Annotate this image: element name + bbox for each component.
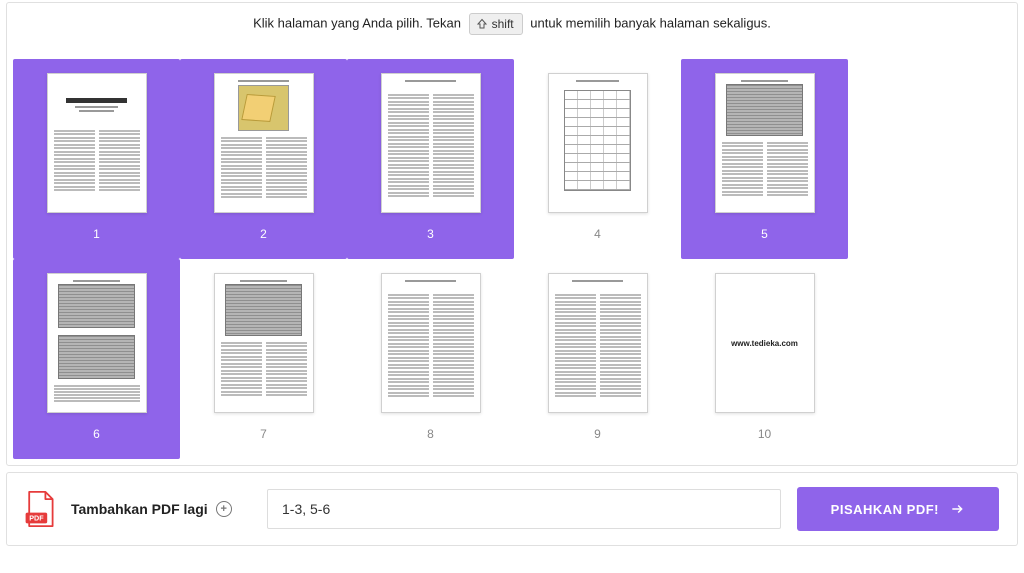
instruction-bar: Klik halaman yang Anda pilih. Tekan shif… xyxy=(7,3,1017,47)
page-thumb-10[interactable]: www.tedieka.com 10 xyxy=(681,259,848,459)
page-number-label: 6 xyxy=(93,427,100,441)
page-thumb-6[interactable]: 6 xyxy=(13,259,180,459)
page-preview xyxy=(548,73,648,213)
page-thumb-8[interactable]: 8 xyxy=(347,259,514,459)
page-number-label: 9 xyxy=(594,427,601,441)
page-range-input[interactable] xyxy=(267,489,781,529)
hint-text-after: untuk memilih banyak halaman sekaligus. xyxy=(530,15,771,30)
page-thumb-3[interactable]: 3 xyxy=(347,59,514,259)
page-thumb-2[interactable]: 2 xyxy=(180,59,347,259)
add-pdf-button[interactable]: Tambahkan PDF lagi + xyxy=(71,501,251,517)
page-preview xyxy=(214,73,314,213)
page-thumb-9[interactable]: 9 xyxy=(514,259,681,459)
page-number-label: 4 xyxy=(594,227,601,241)
shift-key-badge: shift xyxy=(469,13,523,35)
page-thumb-7[interactable]: 7 xyxy=(180,259,347,459)
plus-circle-icon: + xyxy=(216,501,232,517)
page-thumb-1[interactable]: 1 xyxy=(13,59,180,259)
shift-key-label: shift xyxy=(492,17,514,31)
svg-text:PDF: PDF xyxy=(29,514,44,523)
pdf-file-icon: PDF xyxy=(25,491,55,527)
add-pdf-label: Tambahkan PDF lagi xyxy=(71,501,208,517)
page-number-label: 3 xyxy=(427,227,434,241)
page-preview xyxy=(381,273,481,413)
split-pdf-button[interactable]: PISAHKAN PDF! xyxy=(797,487,999,531)
page-preview xyxy=(47,273,147,413)
page-number-label: 5 xyxy=(761,227,768,241)
page-thumb-4[interactable]: 4 xyxy=(514,59,681,259)
action-bar: PDF Tambahkan PDF lagi + PISAHKAN PDF! xyxy=(6,472,1018,546)
page-number-label: 2 xyxy=(260,227,267,241)
page-number-label: 1 xyxy=(93,227,100,241)
page-preview: www.tedieka.com xyxy=(715,273,815,413)
shift-arrow-icon xyxy=(476,18,488,30)
page-number-label: 8 xyxy=(427,427,434,441)
page-number-label: 7 xyxy=(260,427,267,441)
page-preview xyxy=(214,273,314,413)
page-preview xyxy=(47,73,147,213)
split-pdf-label: PISAHKAN PDF! xyxy=(831,502,939,517)
page-thumbnail-grid: 1 2 3 4 5 6 7 8 9 www.tedieka.com 10 xyxy=(13,59,1011,459)
page-preview xyxy=(381,73,481,213)
hint-text-before: Klik halaman yang Anda pilih. Tekan xyxy=(253,15,461,30)
page-preview xyxy=(548,273,648,413)
arrow-right-icon xyxy=(949,502,965,516)
page-thumb-5[interactable]: 5 xyxy=(681,59,848,259)
page-number-label: 10 xyxy=(758,427,771,441)
page-preview xyxy=(715,73,815,213)
